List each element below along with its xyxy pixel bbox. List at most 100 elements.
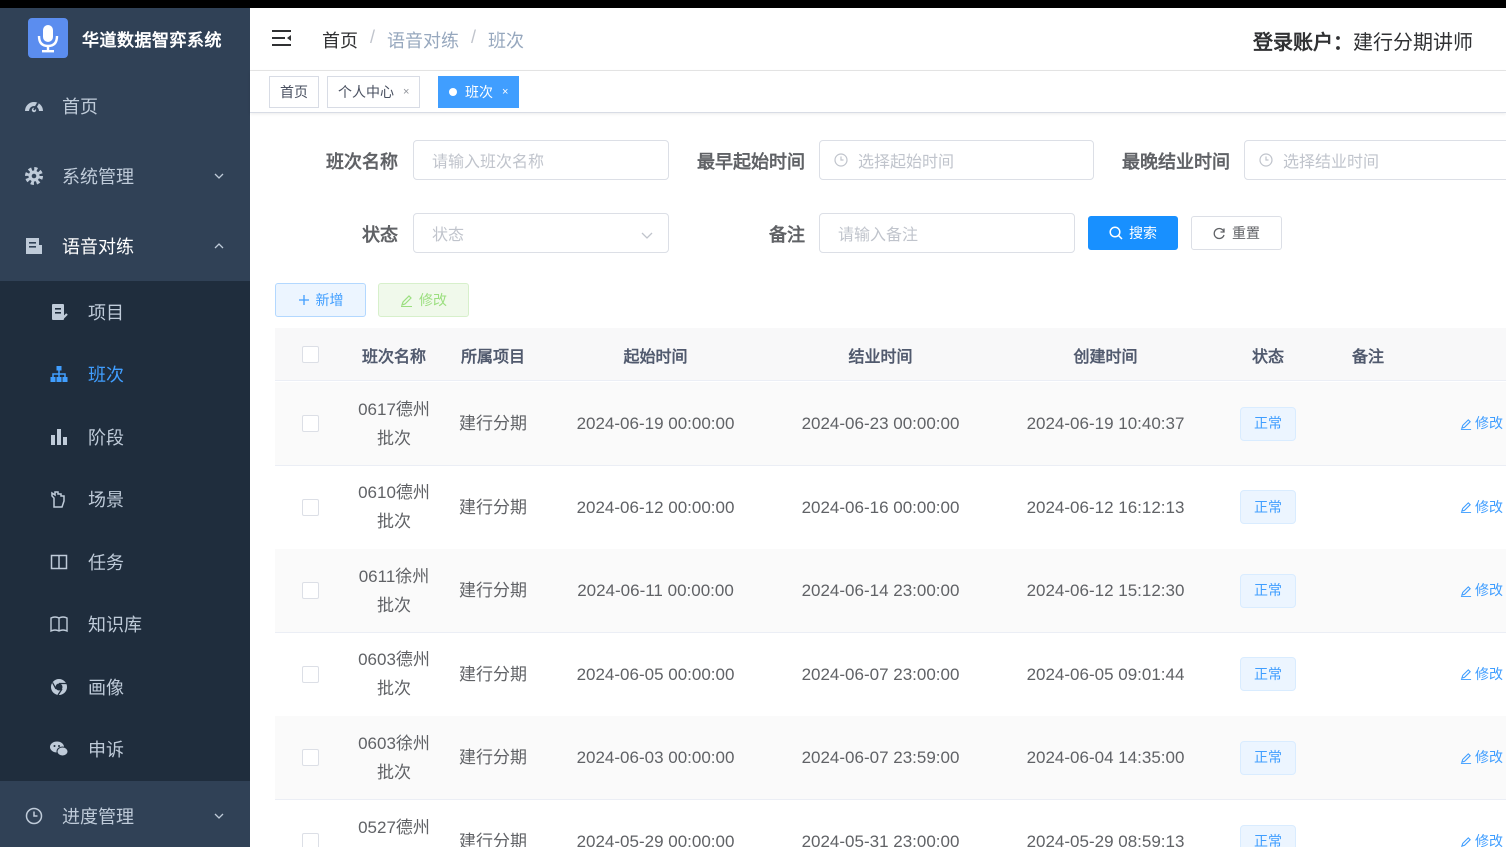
- class-name-line: 0527德州: [358, 817, 430, 837]
- breadcrumb-home[interactable]: 首页: [322, 27, 358, 53]
- class-name-line: 批次: [377, 842, 411, 847]
- sidebar-item-progress[interactable]: 进度管理: [0, 786, 250, 846]
- row-checkbox[interactable]: [301, 749, 319, 767]
- edit-icon: [1460, 585, 1472, 597]
- account-info[interactable]: 登录账户：建行分期讲师: [1253, 26, 1473, 55]
- close-icon[interactable]: ×: [403, 86, 409, 98]
- chrome-icon: [49, 677, 69, 697]
- cell-class-name: 0610德州 批次: [345, 466, 443, 549]
- cell-created-time: 2024-06-19 10:40:37: [1026, 414, 1185, 433]
- row-checkbox[interactable]: [301, 665, 319, 683]
- cell-actions: 修改: [1460, 382, 1506, 465]
- row-edit-link[interactable]: 修改: [1460, 576, 1503, 605]
- cell-status: 正常: [1218, 716, 1318, 799]
- table-row[interactable]: 0527德州 批次 建行分期 2024-05-29 00:00:00 2024-05…: [275, 800, 1506, 847]
- table-row[interactable]: 0610德州 批次 建行分期 2024-06-12 00:00:00 2024-06…: [275, 466, 1506, 550]
- status-badge: 正常: [1240, 406, 1296, 441]
- row-checkbox[interactable]: [301, 582, 319, 600]
- row-checkbox[interactable]: [301, 833, 319, 847]
- latest-end-label: 最晚结业时间: [1122, 152, 1230, 172]
- add-button[interactable]: 新增: [275, 283, 366, 317]
- sidebar-item-knowledge-base[interactable]: 知识库: [0, 593, 250, 655]
- sidebar-item-label: 进度管理: [62, 807, 134, 827]
- row-select-cell: [275, 800, 345, 847]
- cell-project: 建行分期: [459, 414, 527, 433]
- sidebar-item-label: 首页: [62, 97, 98, 117]
- col-project: 所属项目: [460, 348, 525, 366]
- sidebar-item-label: 申诉: [88, 740, 124, 760]
- sidebar-item-task[interactable]: 任务: [0, 531, 250, 593]
- row-select-cell: [275, 549, 345, 632]
- cell-end-time: 2024-06-16 00:00:00: [801, 497, 960, 517]
- row-edit-label: 修改: [1475, 498, 1503, 515]
- row-edit-link[interactable]: 修改: [1460, 743, 1503, 772]
- row-edit-link[interactable]: 修改: [1460, 409, 1503, 438]
- row-edit-link[interactable]: 修改: [1460, 493, 1503, 522]
- cell-class-name: 0527德州 批次: [345, 800, 443, 847]
- sidebar: 华道数据智弈系统 首页 系统管理 语音对练 项目 班次 阶段 场景 任务 知识库…: [0, 8, 250, 847]
- earliest-start-picker[interactable]: 选择起始时间: [819, 140, 1094, 180]
- row-edit-link[interactable]: 修改: [1460, 827, 1503, 847]
- cell-actions: 修改: [1460, 466, 1506, 549]
- remark-input[interactable]: 请输入备注: [819, 213, 1075, 253]
- col-end-time: 结业时间: [848, 348, 913, 366]
- row-checkbox[interactable]: [301, 498, 319, 516]
- earliest-start-placeholder: 选择起始时间: [858, 154, 955, 171]
- row-edit-label: 修改: [1475, 749, 1503, 766]
- row-edit-link[interactable]: 修改: [1460, 660, 1503, 689]
- hamburger-icon[interactable]: [272, 28, 292, 48]
- status-select[interactable]: 状态: [413, 213, 669, 253]
- edit-button[interactable]: 修改: [378, 283, 469, 317]
- row-checkbox[interactable]: [301, 415, 319, 432]
- cell-remark: [1318, 633, 1418, 716]
- edit-icon: [1460, 752, 1472, 764]
- breadcrumb-separator: /: [471, 27, 477, 47]
- sidebar-item-portrait[interactable]: 画像: [0, 656, 250, 718]
- row-edit-label: 修改: [1475, 415, 1503, 431]
- close-icon[interactable]: ×: [502, 86, 508, 98]
- book-icon: [49, 614, 69, 634]
- latest-end-picker[interactable]: 选择结业时间: [1244, 140, 1506, 180]
- sidebar-item-home[interactable]: 首页: [0, 76, 250, 136]
- tag-class[interactable]: 班次 ×: [438, 76, 520, 108]
- table-row[interactable]: 0603德州 批次 建行分期 2024-06-05 00:00:00 2024-06…: [275, 633, 1506, 717]
- wechat-icon: [49, 739, 69, 759]
- search-button[interactable]: 搜索: [1088, 216, 1178, 250]
- sidebar-item-project[interactable]: 项目: [0, 281, 250, 343]
- add-button-label: 新增: [315, 292, 344, 308]
- tag-personal-center[interactable]: 个人中心 ×: [327, 76, 421, 108]
- class-name-line: 0603徐州: [358, 733, 430, 753]
- sidebar-item-scene[interactable]: 场景: [0, 468, 250, 530]
- tag-label: 班次: [465, 84, 493, 100]
- clock-icon: [834, 153, 848, 167]
- tag-home[interactable]: 首页: [269, 76, 319, 108]
- edit-button-label: 修改: [419, 292, 447, 308]
- cell-created-time: 2024-06-05 09:01:44: [1026, 664, 1185, 684]
- select-all-checkbox[interactable]: [301, 346, 319, 363]
- sidebar-item-appeal[interactable]: 申诉: [0, 718, 250, 780]
- row-edit-label: 修改: [1475, 833, 1503, 847]
- document-icon: [24, 236, 44, 256]
- account-label: 登录账户：: [1253, 32, 1353, 54]
- sidebar-item-system[interactable]: 系统管理: [0, 146, 250, 206]
- sidebar-item-stage[interactable]: 阶段: [0, 406, 250, 468]
- cell-status: 正常: [1218, 633, 1318, 716]
- sidebar-item-label: 场景: [88, 490, 124, 510]
- dashboard-icon: [24, 96, 44, 116]
- remark-placeholder: 请输入备注: [838, 227, 919, 244]
- account-name: 建行分期讲师: [1353, 32, 1473, 54]
- class-name-input[interactable]: 请输入班次名称: [413, 140, 669, 180]
- logo[interactable]: 华道数据智弈系统: [0, 8, 250, 68]
- chevron-up-icon: [214, 243, 224, 249]
- cell-actions: 修改: [1460, 716, 1506, 799]
- sidebar-item-voice-practice[interactable]: 语音对练: [0, 216, 250, 276]
- sidebar-item-class[interactable]: 班次: [0, 343, 250, 405]
- reset-button[interactable]: 重置: [1191, 216, 1282, 250]
- table-row[interactable]: 0611徐州 批次 建行分期 2024-06-11 00:00:00 2024-06…: [275, 549, 1506, 634]
- table-row[interactable]: 0603徐州 批次 建行分期 2024-06-03 00:00:00 2024-06…: [275, 716, 1506, 801]
- table-row[interactable]: 0617德州 批次 建行分期 2024-06-19 00:00:00 2024-06…: [275, 382, 1506, 466]
- edit-icon: [1460, 418, 1472, 430]
- row-select-cell: [275, 466, 345, 549]
- app-window: 华道数据智弈系统 首页 系统管理 语音对练 项目 班次 阶段 场景 任务 知识库…: [0, 8, 1506, 847]
- class-name-line: 0603德州: [358, 650, 430, 670]
